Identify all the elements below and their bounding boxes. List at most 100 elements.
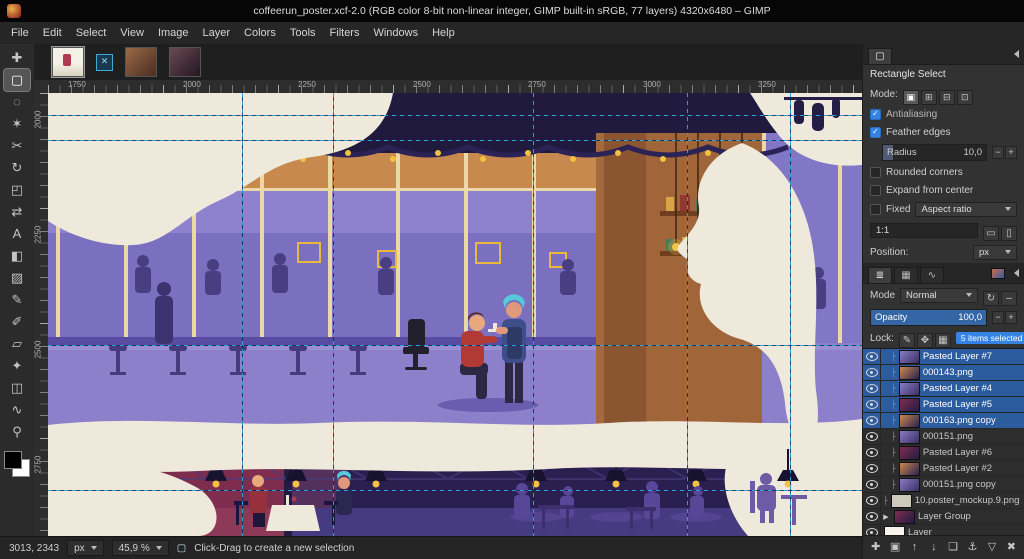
menu-layer[interactable]: Layer [196, 24, 238, 42]
horizontal-guide[interactable] [48, 115, 862, 116]
layers-tab[interactable]: ≣ [868, 267, 892, 283]
layer-row[interactable]: ├10.poster_mockup.9.png [863, 493, 1024, 509]
unit-dropdown[interactable]: px [67, 540, 104, 556]
ruler-corner[interactable] [34, 80, 49, 94]
aspect-ratio-input[interactable]: 1:1 [870, 223, 978, 238]
layer-row[interactable]: ├000143.png [863, 365, 1024, 381]
layer-row[interactable]: ├Pasted Layer #7 [863, 349, 1024, 365]
layer-row[interactable]: ├Pasted Layer #5 [863, 397, 1024, 413]
mode-intersect-button[interactable]: ⊡ [957, 90, 973, 105]
radius-increase-button[interactable]: + [1005, 146, 1017, 159]
fixed-rule-dropdown[interactable]: Aspect ratio [915, 202, 1017, 217]
anchor-layer-button[interactable]: ⚓ [964, 539, 981, 556]
vertical-guide[interactable] [333, 93, 334, 536]
menu-filters[interactable]: Filters [323, 24, 367, 42]
lock-alpha-button[interactable]: ▦ [935, 333, 951, 348]
horizontal-guide[interactable] [48, 345, 862, 346]
position-unit-dropdown[interactable]: px [973, 245, 1017, 260]
mode-options-button[interactable]: ‒ [1001, 291, 1017, 306]
image-tab-photo-2[interactable] [169, 47, 201, 77]
visibility-toggle[interactable] [863, 477, 881, 492]
eraser-tool[interactable]: ▱ [4, 333, 30, 355]
mode-replace-button[interactable]: ▣ [903, 90, 919, 105]
visibility-toggle[interactable] [863, 349, 881, 364]
canvas-viewport[interactable] [48, 93, 862, 536]
dock-menu-icon[interactable] [1014, 50, 1019, 58]
layer-row[interactable]: ▶Layer Group [863, 509, 1024, 525]
layer-row[interactable]: ├Pasted Layer #2 [863, 461, 1024, 477]
menu-image[interactable]: Image [151, 24, 196, 42]
image-tab-photo-1[interactable] [125, 47, 157, 77]
visibility-toggle[interactable] [863, 493, 881, 508]
visibility-toggle[interactable] [863, 365, 881, 380]
menu-view[interactable]: View [113, 24, 151, 42]
visibility-toggle[interactable] [863, 445, 881, 460]
scale-tool[interactable]: ◰ [4, 179, 30, 201]
radius-decrease-button[interactable]: − [992, 146, 1004, 159]
horizontal-guide[interactable] [48, 490, 862, 491]
airbrush-tool[interactable]: ✦ [4, 355, 30, 377]
menu-edit[interactable]: Edit [36, 24, 69, 42]
visibility-toggle[interactable] [863, 525, 881, 535]
opacity-slider[interactable]: Opacity 100,0 [870, 309, 987, 326]
paths-tab[interactable]: ∿ [920, 267, 944, 283]
gradient-tool[interactable]: ▨ [4, 267, 30, 289]
image-selector-chip[interactable] [991, 268, 1005, 279]
fuzzy-select-tool[interactable]: ✶ [4, 113, 30, 135]
lock-pixels-button[interactable]: ✎ [899, 333, 915, 348]
mode-add-button[interactable]: ⊞ [921, 90, 937, 105]
duplicate-layer-button[interactable]: ❏ [945, 539, 962, 556]
merge-down-button[interactable]: ▽ [983, 539, 1000, 556]
tool-options-tab[interactable]: ▢ [868, 48, 892, 64]
rectangle-select-tool[interactable]: ▢ [4, 69, 30, 91]
opacity-decrease-button[interactable]: − [992, 311, 1004, 324]
menu-help[interactable]: Help [425, 24, 462, 42]
blend-space-toggle-button[interactable]: ↻ [983, 291, 999, 306]
raise-layer-button[interactable]: ↑ [906, 539, 923, 556]
menu-select[interactable]: Select [69, 24, 114, 42]
menu-colors[interactable]: Colors [237, 24, 283, 42]
horizontal-ruler[interactable]: 17502000225025002750300032503500 [48, 80, 862, 94]
zoom-tool[interactable]: ⚲ [4, 421, 30, 443]
visibility-toggle[interactable] [863, 381, 881, 396]
layer-row[interactable]: ├000151.png [863, 429, 1024, 445]
visibility-toggle[interactable] [863, 429, 881, 444]
clone-tool[interactable]: ◫ [4, 377, 30, 399]
layer-row[interactable]: ├000163.png copy [863, 413, 1024, 429]
delete-layer-button[interactable]: ✖ [1003, 539, 1020, 556]
rotate-tool[interactable]: ↻ [4, 157, 30, 179]
text-tool[interactable]: A [4, 223, 30, 245]
foreground-color-swatch[interactable] [4, 451, 22, 469]
color-swatches[interactable] [4, 451, 30, 477]
landscape-orientation-button[interactable]: ▭ [983, 226, 999, 241]
visibility-toggle[interactable] [863, 413, 881, 428]
new-layer-button[interactable]: ✚ [867, 539, 884, 556]
paintbrush-tool[interactable]: ✐ [4, 311, 30, 333]
free-select-tool[interactable]: ◌ [4, 91, 30, 113]
vertical-ruler[interactable]: 2000225025002750 [34, 93, 49, 536]
smudge-tool[interactable]: ∿ [4, 399, 30, 421]
vertical-guide[interactable] [687, 93, 688, 536]
flip-tool[interactable]: ⇄ [4, 201, 30, 223]
zoom-dropdown[interactable]: 45,9 % [112, 540, 169, 556]
antialiasing-checkbox[interactable] [870, 109, 881, 120]
layer-row[interactable]: Layer [863, 525, 1024, 535]
layer-row[interactable]: ├Pasted Layer #6 [863, 445, 1024, 461]
fixed-checkbox[interactable] [870, 204, 881, 215]
new-group-button[interactable]: ▣ [887, 539, 904, 556]
visibility-toggle[interactable] [863, 461, 881, 476]
feather-edges-checkbox[interactable] [870, 127, 881, 138]
close-tab-button[interactable]: ✕ [96, 54, 113, 71]
horizontal-guide[interactable] [48, 140, 862, 141]
vertical-guide[interactable] [790, 93, 791, 536]
move-tool[interactable]: ✚ [4, 47, 30, 69]
visibility-toggle[interactable] [863, 509, 881, 524]
rounded-corners-checkbox[interactable] [870, 167, 881, 178]
dock-menu-icon[interactable] [1014, 269, 1019, 277]
lock-position-button[interactable]: ✥ [917, 333, 933, 348]
layer-row[interactable]: ├Pasted Layer #4 [863, 381, 1024, 397]
bucket-fill-tool[interactable]: ◧ [4, 245, 30, 267]
layer-row[interactable]: ├000151.png copy [863, 477, 1024, 493]
menu-file[interactable]: File [4, 24, 36, 42]
image-tab-poster[interactable] [52, 47, 84, 77]
